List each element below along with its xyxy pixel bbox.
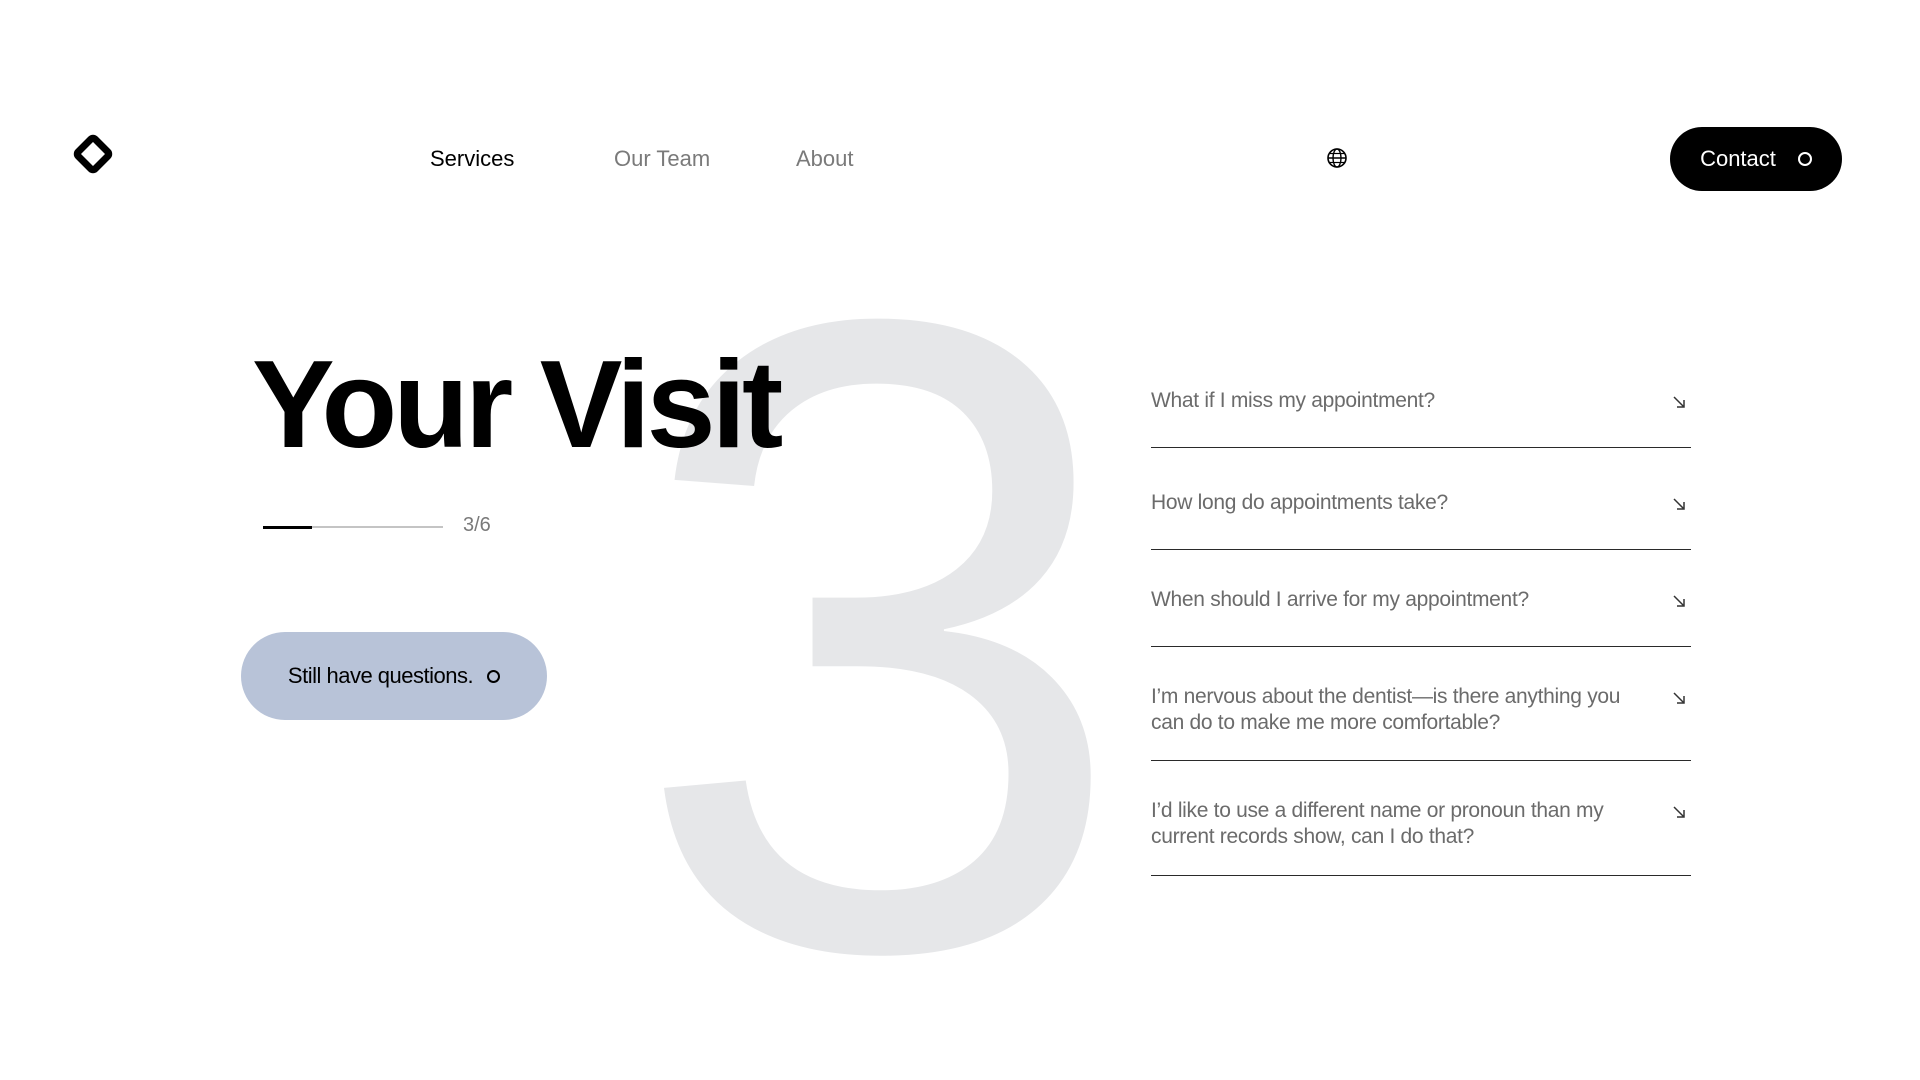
arrow-down-right-icon xyxy=(1673,806,1685,818)
progress-label: 3/6 xyxy=(463,514,491,536)
arrow-down-right-icon xyxy=(1673,692,1685,704)
questions-button-label: Still have questions. xyxy=(287,663,474,688)
nav-services[interactable]: Services xyxy=(430,145,514,173)
arrow-down-right-icon xyxy=(1673,498,1685,510)
faq-question: What if I miss my appointment? xyxy=(1151,389,1435,412)
faq-question: I’m nervous about the dentist—is there a… xyxy=(1151,685,1621,734)
globe-icon[interactable] xyxy=(1326,147,1348,169)
page: Services Our Team About Contact 3 Your V… xyxy=(0,0,1920,1080)
page-title: Your Visit xyxy=(252,336,783,474)
arrow-down-right-icon xyxy=(1673,396,1685,408)
still-have-questions-button[interactable]: Still have questions. xyxy=(241,632,547,720)
contact-button[interactable]: Contact xyxy=(1670,127,1842,191)
faq-item[interactable]: I’d like to use a different name or pron… xyxy=(1151,798,1691,876)
diamond-logo-icon[interactable] xyxy=(72,133,114,175)
contact-button-label: Contact xyxy=(1700,146,1776,171)
progress-fill xyxy=(263,525,312,529)
step-number-background: 3 xyxy=(629,132,1131,1080)
circle-icon xyxy=(487,669,501,683)
faq-item[interactable]: When should I arrive for my appointment? xyxy=(1151,587,1691,647)
faq-item[interactable]: I’m nervous about the dentist—is there a… xyxy=(1151,684,1691,761)
progress-bar xyxy=(263,525,443,529)
faq-item[interactable]: How long do appointments take? xyxy=(1151,490,1691,550)
faq-question: How long do appointments take? xyxy=(1151,491,1448,514)
circle-icon xyxy=(1797,152,1812,166)
faq-question: I’d like to use a different name or pron… xyxy=(1151,799,1604,848)
faq-item[interactable]: What if I miss my appointment? xyxy=(1151,388,1691,448)
faq-question: When should I arrive for my appointment? xyxy=(1151,588,1529,611)
arrow-down-right-icon xyxy=(1673,595,1685,607)
